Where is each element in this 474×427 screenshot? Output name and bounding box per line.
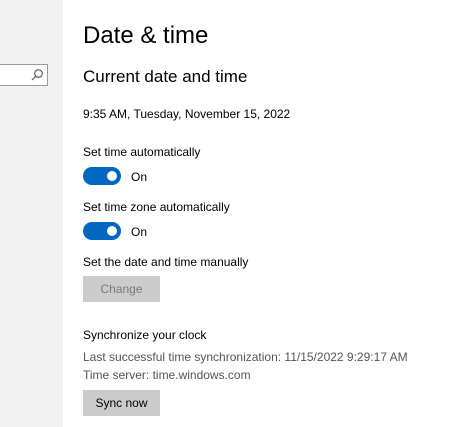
last-sync-info: Last successful time synchronization: 11… [83,350,408,364]
toggle-knob [107,171,117,181]
sidebar [0,0,63,427]
toggle-knob [107,226,117,236]
change-button[interactable]: Change [83,276,160,302]
current-date-time-heading: Current date and time [83,67,248,86]
current-date-time-value: 9:35 AM, Tuesday, November 15, 2022 [83,107,291,121]
synchronize-clock-heading: Synchronize your clock [83,328,207,342]
time-server-info: Time server: time.windows.com [83,368,251,382]
sync-now-button[interactable]: Sync now [83,390,160,416]
set-time-zone-automatically-label: Set time zone automatically [83,200,230,214]
set-date-time-manually-label: Set the date and time manually [83,255,249,269]
set-time-automatically-label: Set time automatically [83,145,201,159]
main-content: Date & time Current date and time 9:35 A… [83,0,468,427]
search-input[interactable] [0,64,48,86]
search-icon[interactable] [30,68,44,82]
set-time-zone-automatically-toggle[interactable] [83,222,121,240]
set-time-zone-automatically-state: On [131,225,148,239]
set-time-automatically-toggle[interactable] [83,167,121,185]
set-time-automatically-state: On [131,170,148,184]
page-title: Date & time [83,22,209,49]
